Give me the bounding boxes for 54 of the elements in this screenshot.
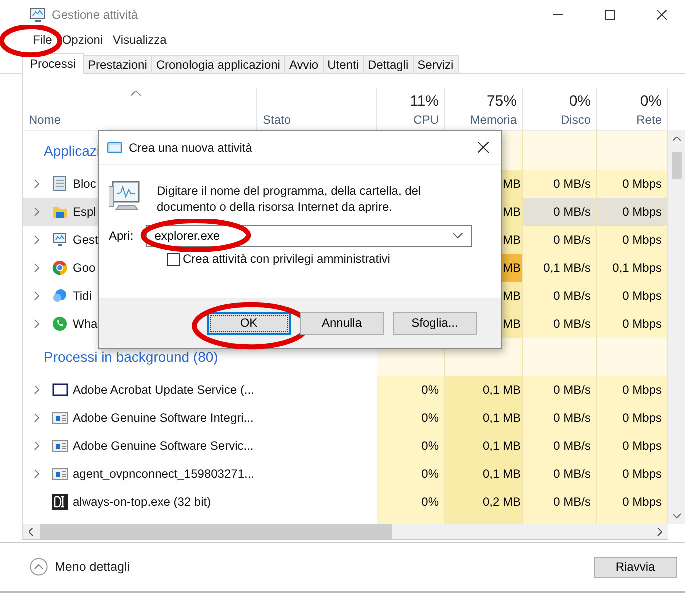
table-cell: 0 Mbps: [597, 226, 668, 254]
table-cell: 0 MB/s: [523, 282, 597, 310]
table-cell: 0 Mbps: [597, 488, 668, 516]
table-cell: 0%: [377, 376, 445, 404]
table-cell: 0,1 MB: [445, 376, 523, 404]
group-heading: Applicazi: [43, 142, 100, 158]
table-cell: 0 Mbps: [597, 170, 668, 198]
column-total: 0%: [640, 93, 662, 110]
column-total: 75%: [486, 93, 517, 110]
table-cell: 0,1 MB: [445, 460, 523, 488]
checkbox-label: Crea attività con privilegi amministrativi: [183, 252, 390, 266]
dialog-message: Digitare il nome del programma, della cartella, del documento o della risorsa Internet da aprire.: [157, 183, 422, 215]
table-cell: 0 MB/s: [523, 170, 597, 198]
process-name: Tidi: [73, 289, 92, 303]
table-cell: 0 MB/s: [523, 432, 597, 460]
window-title: Gestione attività: [52, 8, 138, 22]
table-cell: 0 Mbps: [597, 432, 668, 460]
table-cell: 0 MB/s: [523, 226, 597, 254]
table-cell: 0%: [377, 460, 445, 488]
table-cell: 0,2 MB: [445, 488, 523, 516]
process-name: always-on-top.exe (32 bit): [73, 495, 212, 509]
table-cell: 0%: [377, 404, 445, 432]
table-cell: 0 MB/s: [523, 460, 597, 488]
process-name: Adobe Genuine Software Integri...: [73, 411, 254, 425]
table-cell: 0,1 MB/s: [523, 254, 597, 282]
table-cell: 0,1 MB: [445, 432, 523, 460]
group-heading: Processi in background (80): [43, 349, 218, 365]
table-cell: 0 Mbps: [597, 376, 668, 404]
column-total: 0%: [569, 93, 591, 110]
table-cell: 0 Mbps: [597, 404, 668, 432]
dialog-title: Crea una nuova attività: [129, 140, 252, 154]
table-cell: 0 Mbps: [597, 310, 668, 338]
process-name: Espl: [73, 205, 96, 219]
table-cell: 0%: [377, 488, 445, 516]
table-cell: 0 MB/s: [523, 198, 597, 226]
table-cell: 0 MB/s: [523, 310, 597, 338]
process-name: Gest: [73, 233, 98, 247]
column-total: 11%: [410, 93, 439, 110]
table-cell: 0%: [377, 432, 445, 460]
table-cell: 0 MB/s: [523, 488, 597, 516]
process-name: agent_ovpnconnect_159803271...: [73, 467, 254, 481]
field-label: Apri:: [109, 229, 134, 243]
process-name: Adobe Acrobat Update Service (...: [73, 383, 254, 397]
table-cell: 0 MB/s: [523, 404, 597, 432]
table-cell: 0,1 Mbps: [597, 254, 668, 282]
table-cell: 0 Mbps: [597, 460, 668, 488]
table-cell: 0 MB/s: [523, 376, 597, 404]
table-cell: 0 Mbps: [597, 282, 668, 310]
process-name: Wha: [73, 317, 98, 331]
table-cell: 0,1 MB: [445, 404, 523, 432]
process-name: Goo: [73, 261, 96, 275]
process-name: Adobe Genuine Software Servic...: [73, 439, 254, 453]
table-cell: 0 Mbps: [597, 198, 668, 226]
process-name: Bloc: [73, 177, 96, 191]
